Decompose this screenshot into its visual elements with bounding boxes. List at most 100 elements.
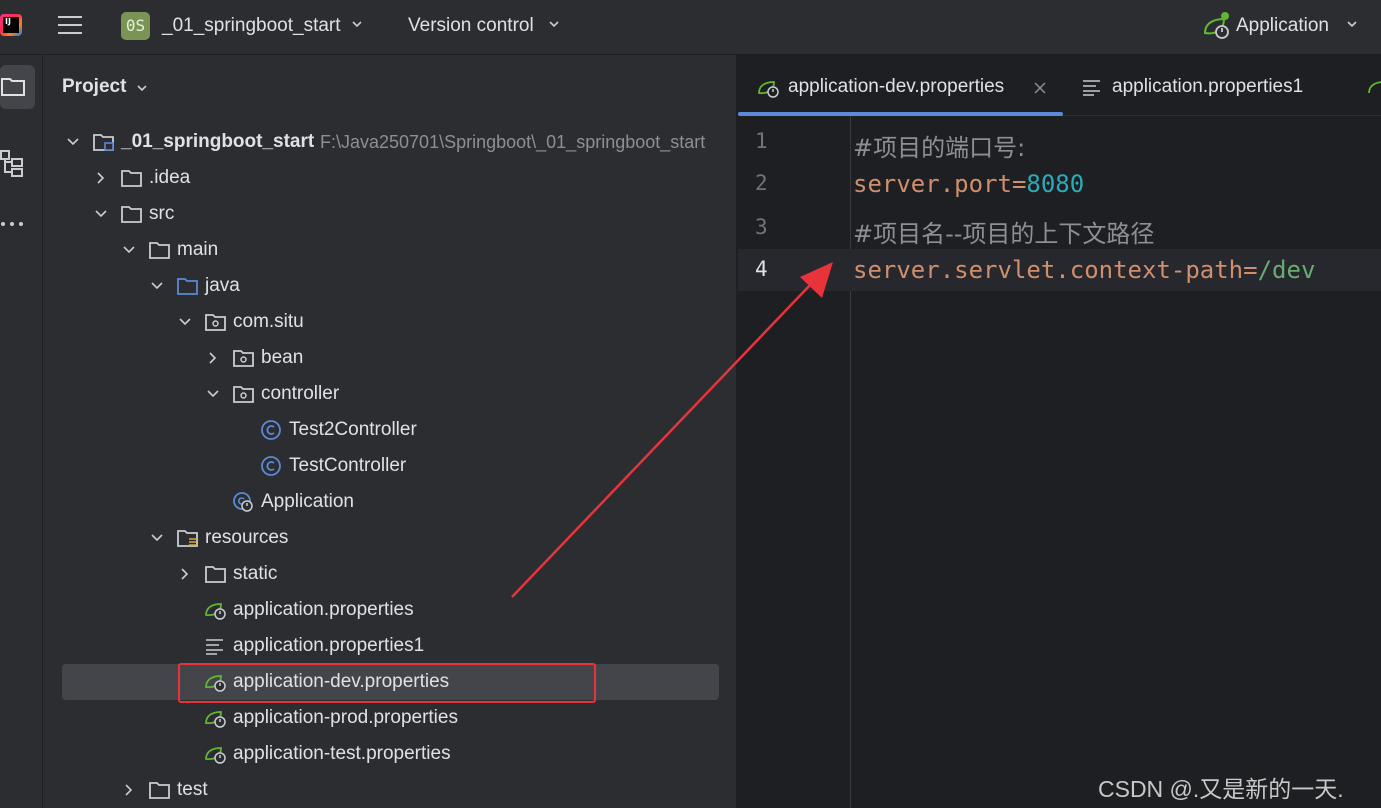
tree-node-label: application.properties1 (233, 635, 425, 656)
tree-node[interactable]: application.properties (43, 593, 737, 627)
property-separator: = (1243, 256, 1258, 284)
chevron-down-icon[interactable] (94, 207, 108, 221)
chevron-right-icon[interactable] (206, 351, 220, 365)
tree-node[interactable]: com.situ (43, 305, 737, 339)
chevron-down-icon[interactable] (549, 19, 559, 29)
chevron-right-icon[interactable] (122, 783, 136, 797)
project-tool-window: Project _01_springboot_start F:\Java25070… (43, 55, 737, 808)
chevron-down-icon[interactable] (136, 83, 148, 93)
main-toolbar: IJ 0S _01_springboot_start Version contr… (0, 0, 1381, 55)
tab-application-dev-properties[interactable]: application-dev.properties (738, 55, 1063, 116)
spring-properties-icon (205, 603, 226, 620)
chevron-down-icon[interactable] (178, 315, 192, 329)
tree-node[interactable]: application-prod.properties (43, 701, 737, 735)
more-icon (1, 222, 23, 226)
tree-node-label: main (177, 239, 219, 260)
chevron-down-icon[interactable] (66, 135, 80, 149)
tree-node-label: java (205, 275, 240, 296)
line-number: 2 (755, 171, 768, 195)
tool-window-strip (0, 55, 43, 808)
watermark: CSDN @.又是新的一天. (1098, 776, 1344, 802)
project-tool-button[interactable] (0, 65, 35, 109)
tree-node[interactable]: controller (43, 377, 737, 411)
chevron-right-icon[interactable] (178, 567, 192, 581)
source-folder-icon (177, 278, 198, 295)
tree-node[interactable]: .idea (43, 161, 737, 195)
tree-node[interactable]: bean (43, 341, 737, 375)
spring-properties-icon[interactable] (1367, 77, 1381, 99)
spring-boot-run-icon[interactable] (1202, 11, 1232, 41)
structure-tool-button[interactable] (0, 141, 35, 185)
tree-node[interactable]: Test2Controller (43, 413, 737, 447)
tree-node-label: controller (261, 383, 340, 404)
tree-node[interactable]: Application (43, 485, 737, 519)
tree-node-label: application.properties (233, 599, 414, 620)
close-icon[interactable] (1034, 82, 1046, 94)
project-badge[interactable]: 0S (121, 12, 150, 40)
resources-folder-icon (177, 530, 198, 547)
folder-icon (205, 566, 226, 583)
editor-tab-bar: application-dev.properties application.p… (738, 55, 1381, 116)
property-key: server.port (853, 170, 1012, 198)
chevron-down-icon[interactable] (150, 279, 164, 293)
project-switcher[interactable]: _01_springboot_start (162, 15, 341, 37)
tree-node[interactable]: _01_springboot_start F:\Java250701\Spring… (43, 125, 737, 159)
tree-node-label: .idea (149, 167, 191, 188)
version-control-menu[interactable]: Version control (408, 15, 534, 37)
folder-icon (149, 242, 170, 259)
tree-node-label: application-prod.properties (233, 707, 458, 728)
chevron-down-icon[interactable] (150, 531, 164, 545)
panel-title[interactable]: Project (62, 76, 126, 98)
tree-node[interactable]: src (43, 197, 737, 231)
tree-node-label: Application (261, 491, 354, 512)
code-text: server.servlet.context-path=/dev (853, 256, 1315, 284)
folder-icon (1, 78, 25, 96)
code-line-current[interactable]: 4 server.servlet.context-path=/dev (738, 249, 1381, 291)
tab-label: application.properties1 (1112, 76, 1304, 97)
property-value: 8080 (1026, 170, 1085, 198)
editor-area: application-dev.properties application.p… (738, 55, 1381, 808)
tree-node[interactable]: test (43, 773, 737, 807)
line-number: 4 (755, 257, 768, 281)
code-line[interactable]: 2 server.port=8080 (738, 163, 1381, 205)
tree-node[interactable]: static (43, 557, 737, 591)
chevron-down-icon[interactable] (206, 387, 220, 401)
tree-node-label: application-test.properties (233, 743, 451, 764)
package-icon (233, 386, 254, 403)
tree-node[interactable]: TestController (43, 449, 737, 483)
module-folder-icon (93, 134, 114, 151)
tree-node-label: src (149, 203, 175, 224)
intellij-logo-icon[interactable]: IJ (0, 10, 22, 40)
tab-application-properties1[interactable]: application.properties1 (1082, 55, 1342, 116)
tree-node[interactable]: application.properties1 (43, 629, 737, 663)
spring-properties-icon (205, 747, 226, 764)
code-text: server.port=8080 (853, 170, 1084, 198)
code-line[interactable]: 1 #项目的端口号: (738, 121, 1381, 163)
run-configuration-selector[interactable]: Application (1236, 15, 1329, 37)
more-tools-button[interactable] (0, 203, 35, 247)
tree-node-label: Test2Controller (289, 419, 417, 440)
tree-node[interactable]: resources (43, 521, 737, 555)
chevron-right-icon[interactable] (94, 171, 108, 185)
tree-node-label: com.situ (233, 311, 304, 332)
folder-icon (121, 170, 142, 187)
folder-icon (121, 206, 142, 223)
tree-node-label: static (233, 563, 278, 584)
tree-node-label: bean (261, 347, 304, 368)
tree-node[interactable]: application-test.properties (43, 737, 737, 771)
folder-icon (149, 782, 170, 799)
spring-properties-icon (758, 81, 779, 98)
tree-node-label: resources (205, 527, 289, 548)
main-menu-button[interactable] (58, 14, 84, 38)
code-line[interactable]: 3 #项目名--项目的上下文路径 (738, 207, 1381, 249)
active-tab-indicator (738, 112, 1063, 116)
chevron-down-icon[interactable] (352, 19, 362, 29)
property-value: /dev (1257, 256, 1316, 284)
tab-label: application-dev.properties (788, 76, 1005, 97)
tree-node[interactable]: java (43, 269, 737, 303)
chevron-down-icon[interactable] (1347, 19, 1357, 29)
chevron-down-icon[interactable] (122, 243, 136, 257)
text-file-icon (1083, 80, 1100, 96)
tree-node[interactable]: main (43, 233, 737, 267)
code-comment: #项目名--项目的上下文路径 (853, 220, 1155, 248)
